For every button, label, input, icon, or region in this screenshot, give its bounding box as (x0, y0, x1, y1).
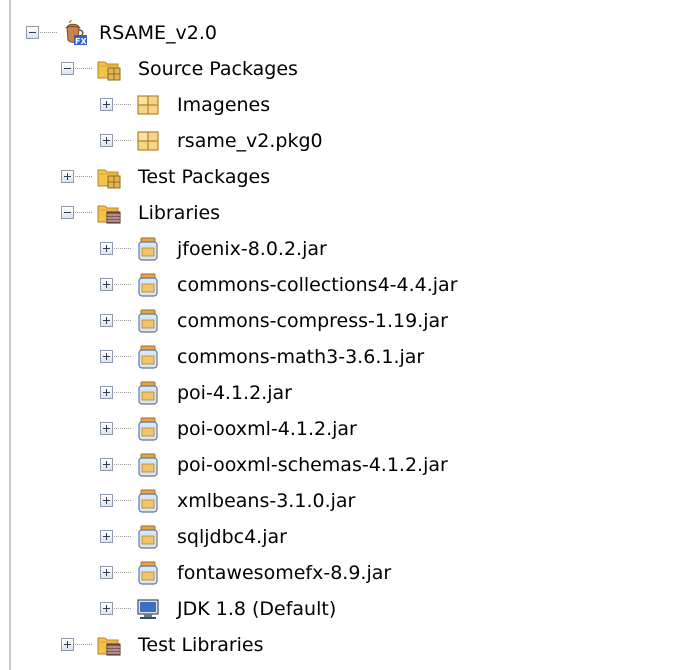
source-folder-icon (96, 164, 122, 190)
jar-icon (135, 560, 161, 586)
expand-toggle[interactable] (100, 98, 113, 111)
tree-node-jar[interactable]: poi-ooxml-schemas-4.1.2.jar (0, 447, 697, 483)
jar-icon (135, 344, 161, 370)
tree-node-label: poi-ooxml-schemas-4.1.2.jar (177, 454, 448, 476)
expand-toggle[interactable] (100, 278, 113, 291)
tree-node-label: Test Packages (138, 166, 271, 188)
package-icon (135, 128, 161, 154)
tree-node-jar[interactable]: fontawesomefx-8.9.jar (0, 555, 697, 591)
tree-node-label: Imagenes (177, 94, 271, 116)
library-folder-icon (96, 632, 122, 658)
tree-node-label: RSAME_v2.0 (99, 22, 217, 44)
collapse-toggle[interactable] (61, 62, 74, 75)
tree-node-package[interactable]: rsame_v2.pkg0 (0, 123, 697, 159)
tree-node-label: commons-math3-3.6.1.jar (177, 346, 425, 368)
tree-node-label: xmlbeans-3.1.0.jar (177, 490, 356, 512)
tree-node-package[interactable]: Imagenes (0, 87, 697, 123)
expand-toggle[interactable] (100, 350, 113, 363)
jar-icon (135, 488, 161, 514)
tree-node-jar[interactable]: xmlbeans-3.1.0.jar (0, 483, 697, 519)
expand-toggle[interactable] (100, 458, 113, 471)
expand-toggle[interactable] (100, 314, 113, 327)
tree-node-label: commons-collections4-4.4.jar (177, 274, 458, 296)
jdk-platform-icon (135, 596, 161, 622)
jar-icon (135, 308, 161, 334)
tree-node-label: fontawesomefx-8.9.jar (177, 562, 392, 584)
jar-icon (135, 380, 161, 406)
library-folder-icon (96, 200, 122, 226)
collapse-toggle[interactable] (26, 26, 39, 39)
tree-node-label: poi-ooxml-4.1.2.jar (177, 418, 357, 440)
expand-toggle[interactable] (100, 566, 113, 579)
tree-node-jar[interactable]: commons-collections4-4.4.jar (0, 267, 697, 303)
tree-node-jar[interactable]: poi-4.1.2.jar (0, 375, 697, 411)
tree-node-libraries[interactable]: Libraries (0, 195, 697, 231)
tree-node-test-libraries[interactable]: Test Libraries (0, 627, 697, 663)
expand-toggle[interactable] (61, 170, 74, 183)
tree-node-label: JDK 1.8 (Default) (177, 598, 337, 620)
tree-node-label: sqljdbc4.jar (177, 526, 287, 548)
tree-node-label: poi-4.1.2.jar (177, 382, 292, 404)
expand-toggle[interactable] (100, 530, 113, 543)
tree-node-jar[interactable]: jfoenix-8.0.2.jar (0, 231, 697, 267)
svg-text:FX: FX (75, 37, 87, 46)
tree-node-jar[interactable]: commons-compress-1.19.jar (0, 303, 697, 339)
expand-toggle[interactable] (100, 494, 113, 507)
jar-icon (135, 236, 161, 262)
tree-node-label: jfoenix-8.0.2.jar (177, 238, 327, 260)
expand-toggle[interactable] (100, 386, 113, 399)
jar-icon (135, 524, 161, 550)
tree-node-jar[interactable]: commons-math3-3.6.1.jar (0, 339, 697, 375)
tree-node-label: Source Packages (138, 58, 298, 80)
tree-node-label: commons-compress-1.19.jar (177, 310, 448, 332)
expand-toggle[interactable] (100, 422, 113, 435)
javafx-project-icon: FX (61, 20, 87, 46)
expand-toggle[interactable] (61, 638, 74, 651)
tree-node-label: Test Libraries (138, 634, 264, 656)
source-folder-icon (96, 56, 122, 82)
tree-node-jar[interactable]: poi-ooxml-4.1.2.jar (0, 411, 697, 447)
expand-toggle[interactable] (100, 242, 113, 255)
expand-toggle[interactable] (100, 602, 113, 615)
tree-node-test-packages[interactable]: Test Packages (0, 159, 697, 195)
jar-icon (135, 416, 161, 442)
tree-node-label: rsame_v2.pkg0 (177, 130, 323, 152)
jar-icon (135, 452, 161, 478)
tree-node-label: Libraries (138, 202, 221, 224)
expand-toggle[interactable] (100, 134, 113, 147)
tree-node-jar[interactable]: sqljdbc4.jar (0, 519, 697, 555)
collapse-toggle[interactable] (61, 206, 74, 219)
tree-node-jdk[interactable]: JDK 1.8 (Default) (0, 591, 697, 627)
jar-icon (135, 272, 161, 298)
tree-node-project[interactable]: FX RSAME_v2.0 (0, 15, 697, 51)
tree-node-source-packages[interactable]: Source Packages (0, 51, 697, 87)
package-icon (135, 92, 161, 118)
